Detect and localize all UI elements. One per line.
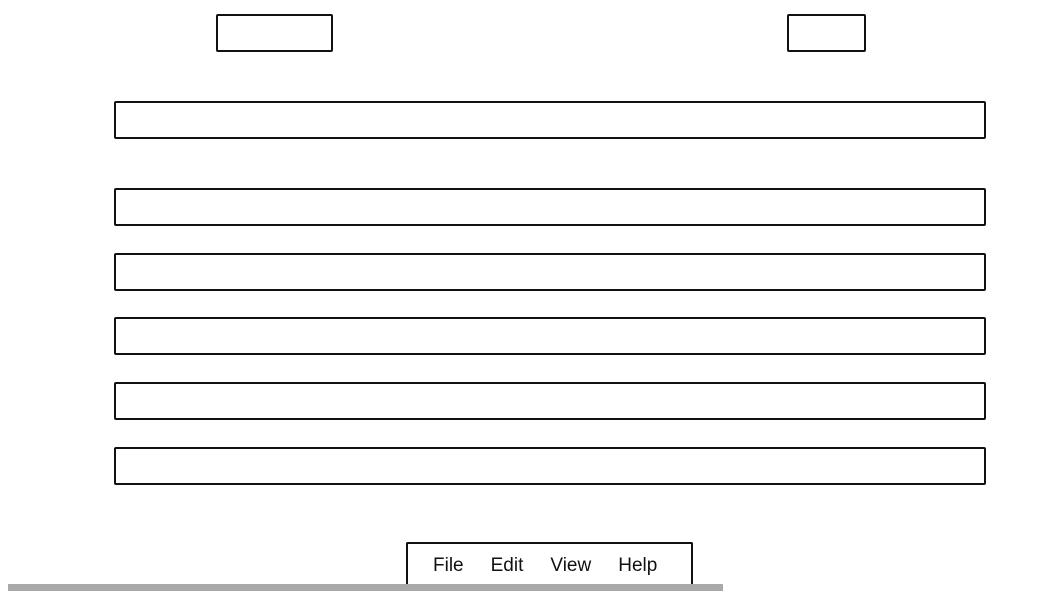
menu-item-view[interactable]: View [550, 556, 591, 575]
list-item[interactable] [114, 253, 986, 291]
menu-item-edit[interactable]: Edit [491, 556, 524, 575]
list-item[interactable] [114, 382, 986, 420]
menu-item-file[interactable]: File [433, 556, 464, 575]
list-item[interactable] [114, 317, 986, 355]
list-item[interactable] [114, 447, 986, 485]
header-field[interactable] [114, 101, 986, 139]
menu-item-help[interactable]: Help [618, 556, 657, 575]
list-item[interactable] [114, 188, 986, 226]
top-left-button[interactable] [216, 14, 333, 52]
scrollbar-thumb[interactable] [8, 584, 723, 591]
top-right-button[interactable] [787, 14, 866, 52]
